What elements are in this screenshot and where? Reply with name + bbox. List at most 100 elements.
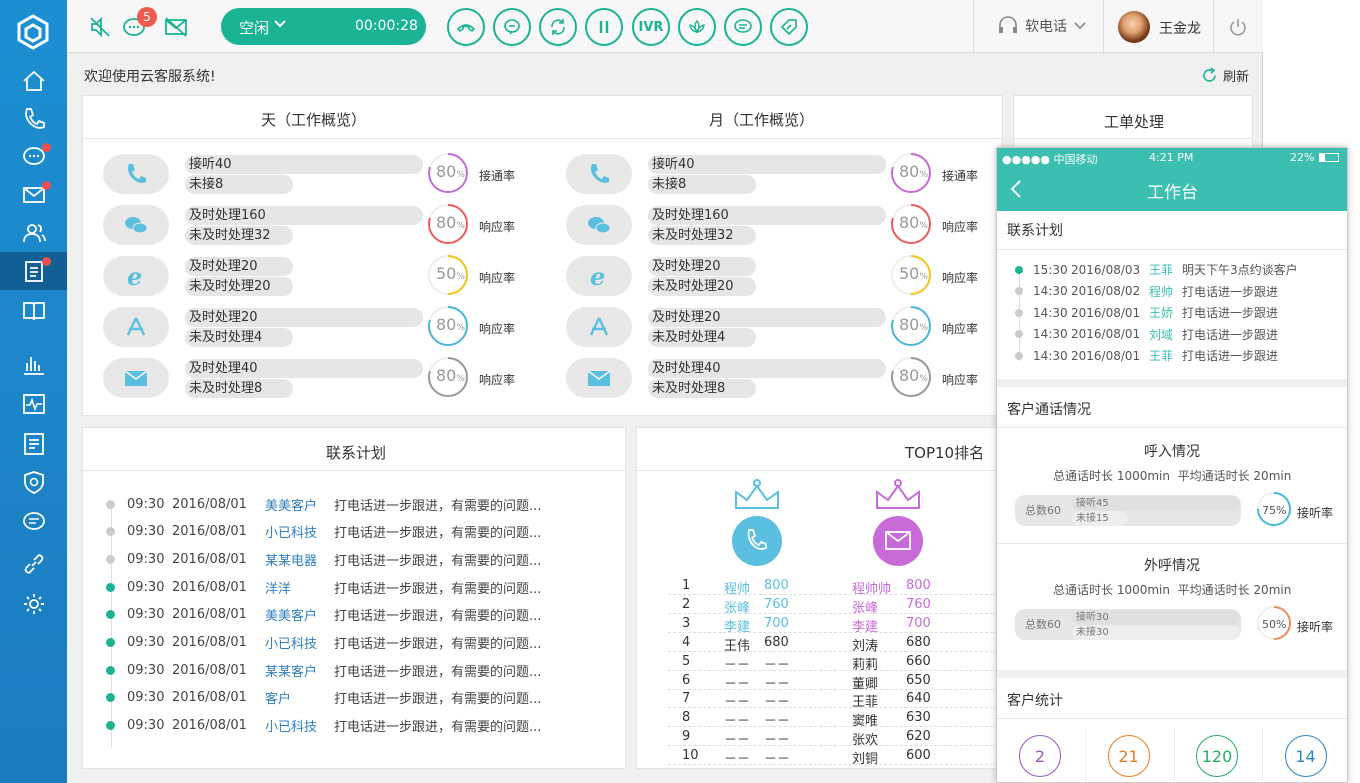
battery-level: 22%: [1290, 151, 1315, 164]
status-dot: [1015, 330, 1023, 339]
rate-label: 响应率: [479, 373, 516, 387]
plan-row[interactable]: 09:30 2016/08/01 小已科技 打电话进一步跟进，有需要的问题...: [106, 633, 541, 653]
sidebar-item-knowledge[interactable]: [0, 292, 67, 330]
avatar[interactable]: [1118, 11, 1150, 43]
phone-plan-row[interactable]: 14:30 2016/08/01 刘域 打电话进一步跟进: [1015, 326, 1278, 343]
stat-secondary: 未及时处理20: [185, 277, 293, 296]
plan-customer[interactable]: 小已科技: [265, 633, 334, 652]
plan-customer[interactable]: 小已科技: [265, 522, 334, 541]
plan-date: 2016/08/01: [172, 690, 247, 706]
plan-customer[interactable]: 某某客户: [265, 661, 334, 680]
book-icon: [22, 302, 45, 321]
stat-icon: e: [103, 256, 169, 296]
stat-primary: 及时处理40: [648, 359, 886, 378]
message-button[interactable]: [724, 8, 762, 46]
stat-secondary: 未及时处理8: [648, 379, 756, 398]
outgoing-title: 外呼情况: [1144, 558, 1200, 574]
outgoing-summary: 总通话时长 1000min 平均通话时长 20min: [1053, 583, 1292, 597]
mute-button[interactable]: [85, 12, 115, 42]
sidebar-item-phone[interactable]: [0, 100, 67, 138]
back-icon[interactable]: [1009, 179, 1023, 199]
sidebar-item-monitor[interactable]: [0, 385, 67, 423]
appstore-icon: [126, 317, 146, 336]
sidebar-item-chat[interactable]: [0, 138, 67, 176]
status-dot: [106, 665, 115, 675]
stat-row: 接听40 未接8: [103, 154, 423, 194]
power-icon[interactable]: [1228, 17, 1248, 37]
plan-row[interactable]: 09:30 2016/08/01 美美客户 打电话进一步跟进，有需要的问题...: [106, 494, 541, 514]
hold-button[interactable]: [585, 8, 623, 46]
plan-row[interactable]: 09:30 2016/08/01 洋洋 打电话进一步跟进，有需要的问题...: [106, 577, 541, 597]
plan-customer[interactable]: 客户: [265, 688, 334, 707]
tag-button[interactable]: [770, 8, 808, 46]
plan-row[interactable]: 09:30 2016/08/01 某某电器 打电话进一步跟进，有需要的问题...: [106, 549, 541, 569]
top10-title: TOP10排名: [905, 444, 985, 462]
mail-agent: 刘铜: [852, 752, 879, 768]
ivr-button[interactable]: IVR: [632, 8, 670, 46]
satisfaction-button[interactable]: [678, 8, 716, 46]
welcome-text: 欢迎使用云客服系统!: [84, 69, 216, 85]
consult-button[interactable]: [493, 8, 531, 46]
phone-plan-row[interactable]: 14:30 2016/08/01 王菲 打电话进一步跟进: [1015, 347, 1278, 364]
sidebar-item-reports[interactable]: [0, 345, 67, 383]
status-dot: [1015, 308, 1023, 317]
stat-primary: 接听40: [185, 155, 423, 174]
hangup-button[interactable]: [447, 8, 485, 46]
stat-circle[interactable]: 14: [1284, 735, 1327, 777]
divider: [973, 0, 974, 53]
rank: 5: [682, 653, 691, 669]
stat-circle[interactable]: 120: [1196, 735, 1238, 777]
plan-date: 2016/08/01: [172, 524, 247, 540]
sidebar-item-home[interactable]: [0, 62, 67, 100]
users-icon: [22, 224, 46, 243]
rate-label: 响应率: [942, 220, 979, 234]
stat-circle[interactable]: 21: [1107, 735, 1150, 777]
mute-icon: [90, 16, 110, 38]
rank: 1: [682, 578, 691, 593]
plan-row[interactable]: 09:30 2016/08/01 美美客户 打电话进一步跟进，有需要的问题...: [106, 605, 541, 625]
plan-note: 打电话进一步跟进: [1182, 327, 1279, 342]
plan-row[interactable]: 09:30 2016/08/01 某某客户 打电话进一步跟进，有需要的问题...: [106, 660, 541, 680]
stat-circle[interactable]: 2: [1019, 735, 1061, 777]
stat-row: e 及时处理20 未及时处理20: [103, 256, 413, 296]
mail-off-button[interactable]: [161, 12, 191, 42]
rate-value: 50%: [899, 264, 928, 283]
phone-plan-row[interactable]: 15:30 2016/08/03 王菲 明天下午3点约谈客户: [1015, 261, 1298, 278]
phone-plan-row[interactable]: 14:30 2016/08/01 王娇 打电话进一步跟进: [1015, 304, 1278, 321]
sidebar-item-audit[interactable]: [0, 425, 67, 463]
plan-customer[interactable]: 美美客户: [265, 495, 334, 514]
sidebar-item-mail[interactable]: [0, 176, 67, 214]
bar-chart-icon: [23, 357, 44, 375]
sidebar-item-contacts[interactable]: [0, 214, 67, 252]
phone-icon: [24, 108, 45, 129]
plan-customer[interactable]: 美美客户: [265, 605, 334, 624]
stat-row: e 及时处理20 未及时处理20: [566, 256, 876, 296]
sidebar-item-messages[interactable]: [0, 503, 67, 541]
chevron-down-icon: [273, 17, 287, 35]
plan-row[interactable]: 09:30 2016/08/01 小已科技 打电话进一步跟进，有需要的问题...: [106, 522, 541, 542]
hangup-icon: [456, 24, 476, 33]
stat-primary: 接听40: [648, 155, 886, 174]
incoming-missed: 未接15: [1072, 511, 1128, 526]
sidebar-item-tickets[interactable]: [0, 252, 67, 290]
sidebar-item-quality[interactable]: [0, 463, 67, 501]
plan-customer[interactable]: 小已科技: [265, 716, 334, 735]
incoming-summary: 总通话时长 1000min 平均通话时长 20min: [1053, 469, 1292, 483]
refresh-button[interactable]: 刷新: [1201, 66, 1249, 85]
plan-row[interactable]: 09:30 2016/08/01 小已科技 打电话进一步跟进，有需要的问题...: [106, 716, 541, 736]
stat-primary: 及时处理40: [185, 359, 423, 378]
agent-status-dropdown[interactable]: 空闲 00:00:28: [221, 8, 426, 45]
incoming-title: 呼入情况: [1144, 444, 1200, 460]
transfer-button[interactable]: [539, 8, 577, 46]
softphone-dropdown[interactable]: 软电话: [997, 15, 1087, 37]
plan-note: 打电话进一步跟进，有需要的问题...: [334, 609, 542, 625]
phone-plan-row[interactable]: 14:30 2016/08/02 程帅 打电话进一步跟进: [1015, 283, 1278, 300]
plan-customer[interactable]: 某某电器: [265, 550, 334, 569]
sidebar-item-links[interactable]: [0, 545, 67, 583]
plan-time: 09:30: [127, 718, 165, 734]
plan-time: 09:30: [127, 524, 165, 540]
status-dot: [106, 554, 115, 564]
plan-row[interactable]: 09:30 2016/08/01 客户 打电话进一步跟进，有需要的问题...: [106, 688, 541, 708]
plan-customer[interactable]: 洋洋: [265, 578, 334, 597]
sidebar-item-settings[interactable]: [0, 585, 67, 623]
